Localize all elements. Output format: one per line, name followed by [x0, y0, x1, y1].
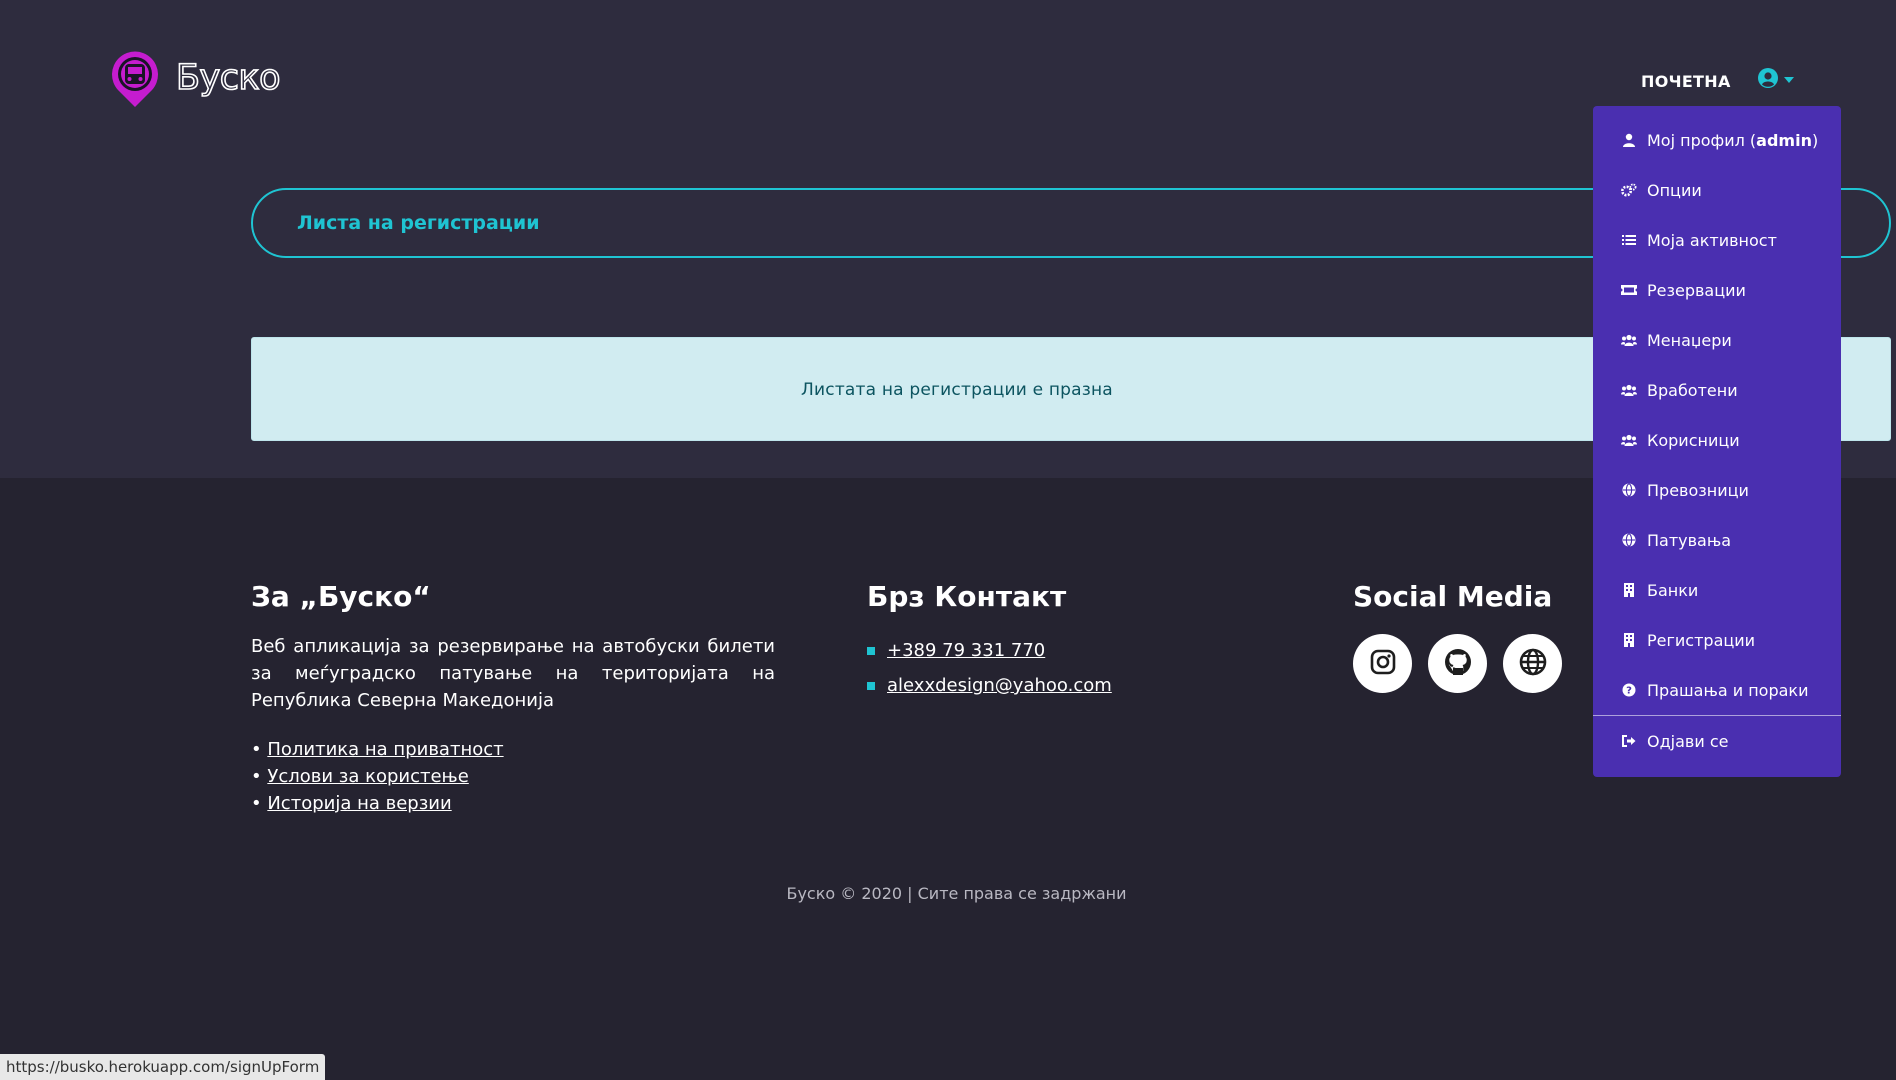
email-link[interactable]: alexxdesign@yahoo.com [887, 668, 1112, 703]
menu-item-label: Регистрации [1647, 630, 1756, 650]
question-circle-icon: ? [1621, 682, 1637, 698]
menu-item-logout[interactable]: Одјави се [1593, 721, 1841, 761]
user-circle-icon [1758, 68, 1778, 92]
list-icon [1621, 232, 1637, 248]
menu-item-label: Одјави се [1647, 731, 1729, 751]
social-heading: Social Media [1353, 580, 1553, 613]
svg-text:?: ? [1626, 686, 1632, 697]
empty-list-message: Листата на регистрации е празна [801, 380, 1113, 400]
list-item: alexxdesign@yahoo.com [867, 668, 1112, 703]
brand-name[interactable]: Буско [175, 56, 281, 100]
nav-home-link[interactable]: ПОЧЕТНА [1641, 72, 1731, 91]
github-icon [1444, 648, 1472, 680]
users-icon [1621, 432, 1637, 448]
globe-icon [1621, 482, 1637, 498]
menu-item-managers[interactable]: Менаџери [1593, 320, 1841, 360]
contact-heading: Брз Контакт [867, 580, 1067, 613]
menu-item-label: Мој профил (admin) [1647, 130, 1819, 150]
about-text: Веб апликација за резервирање на автобус… [251, 636, 775, 711]
menu-item-label: Корисници [1647, 430, 1740, 450]
globe-icon [1621, 532, 1637, 548]
page-title: Листа на регистрации [297, 212, 540, 234]
privacy-policy-link[interactable]: Политика на приватност [267, 739, 503, 760]
list-item: • Политика на приватност [251, 739, 504, 760]
social-buttons [1353, 634, 1562, 693]
list-item: • Историја на верзии [251, 793, 452, 814]
menu-item-registrations[interactable]: Регистрации [1593, 620, 1841, 660]
menu-item-my-profile[interactable]: Мој профил (admin) [1593, 120, 1841, 160]
chevron-down-icon [1784, 77, 1794, 83]
instagram-icon [1370, 649, 1396, 679]
menu-item-my-activity[interactable]: Моја активност [1593, 220, 1841, 260]
contact-list: +389 79 331 770 alexxdesign@yahoo.com [867, 633, 1112, 703]
users-icon [1621, 382, 1637, 398]
legal-links: • Политика на приватност • Услови за кор… [251, 736, 504, 817]
list-item: • Услови за користење [251, 766, 469, 787]
users-icon [1621, 332, 1637, 348]
menu-item-label: Менаџери [1647, 330, 1732, 350]
menu-item-options[interactable]: Опции [1593, 170, 1841, 210]
menu-item-label: Патувања [1647, 530, 1732, 550]
instagram-button[interactable] [1353, 634, 1412, 693]
browser-status-url: https://busko.herokuapp.com/signUpForm [0, 1054, 326, 1080]
bullet-icon [867, 681, 875, 690]
bullet-icon [867, 646, 875, 655]
menu-item-trips[interactable]: Патувања [1593, 520, 1841, 560]
building-icon [1621, 582, 1637, 598]
menu-item-label: Моја активност [1647, 230, 1777, 250]
menu-item-banks[interactable]: Банки [1593, 570, 1841, 610]
about-heading: За „Буско“ [251, 580, 431, 613]
github-button[interactable] [1428, 634, 1487, 693]
menu-item-label: Банки [1647, 580, 1699, 600]
globe-icon [1519, 648, 1547, 680]
menu-item-label: Резервации [1647, 280, 1746, 300]
user-menu-toggle[interactable] [1758, 68, 1804, 92]
menu-item-reservations[interactable]: Резервации [1593, 270, 1841, 310]
menu-item-label: Вработени [1647, 380, 1738, 400]
sign-out-icon [1621, 733, 1637, 749]
phone-link[interactable]: +389 79 331 770 [887, 633, 1045, 668]
menu-item-users[interactable]: Корисници [1593, 420, 1841, 460]
menu-item-label: Опции [1647, 180, 1702, 200]
busko-logo-icon[interactable] [108, 50, 162, 108]
menu-divider [1593, 715, 1841, 716]
menu-item-employees[interactable]: Вработени [1593, 370, 1841, 410]
terms-link[interactable]: Услови за користење [267, 766, 468, 787]
menu-item-label: Превозници [1647, 480, 1749, 500]
user-dropdown-menu: Мој профил (admin) Опции Моја активност … [1593, 106, 1841, 777]
menu-item-label: Прашања и пораки [1647, 680, 1809, 700]
ticket-icon [1621, 282, 1637, 298]
building-icon [1621, 632, 1637, 648]
cogs-icon [1621, 182, 1637, 198]
menu-item-carriers[interactable]: Превозници [1593, 470, 1841, 510]
website-button[interactable] [1503, 634, 1562, 693]
menu-item-questions-messages[interactable]: ? Прашања и пораки [1593, 670, 1841, 710]
user-icon [1621, 132, 1637, 148]
list-item: +389 79 331 770 [867, 633, 1112, 668]
copyright-text: Буско © 2020 | Сите права се задржани [786, 884, 1127, 903]
version-history-link[interactable]: Историја на верзии [267, 793, 451, 814]
